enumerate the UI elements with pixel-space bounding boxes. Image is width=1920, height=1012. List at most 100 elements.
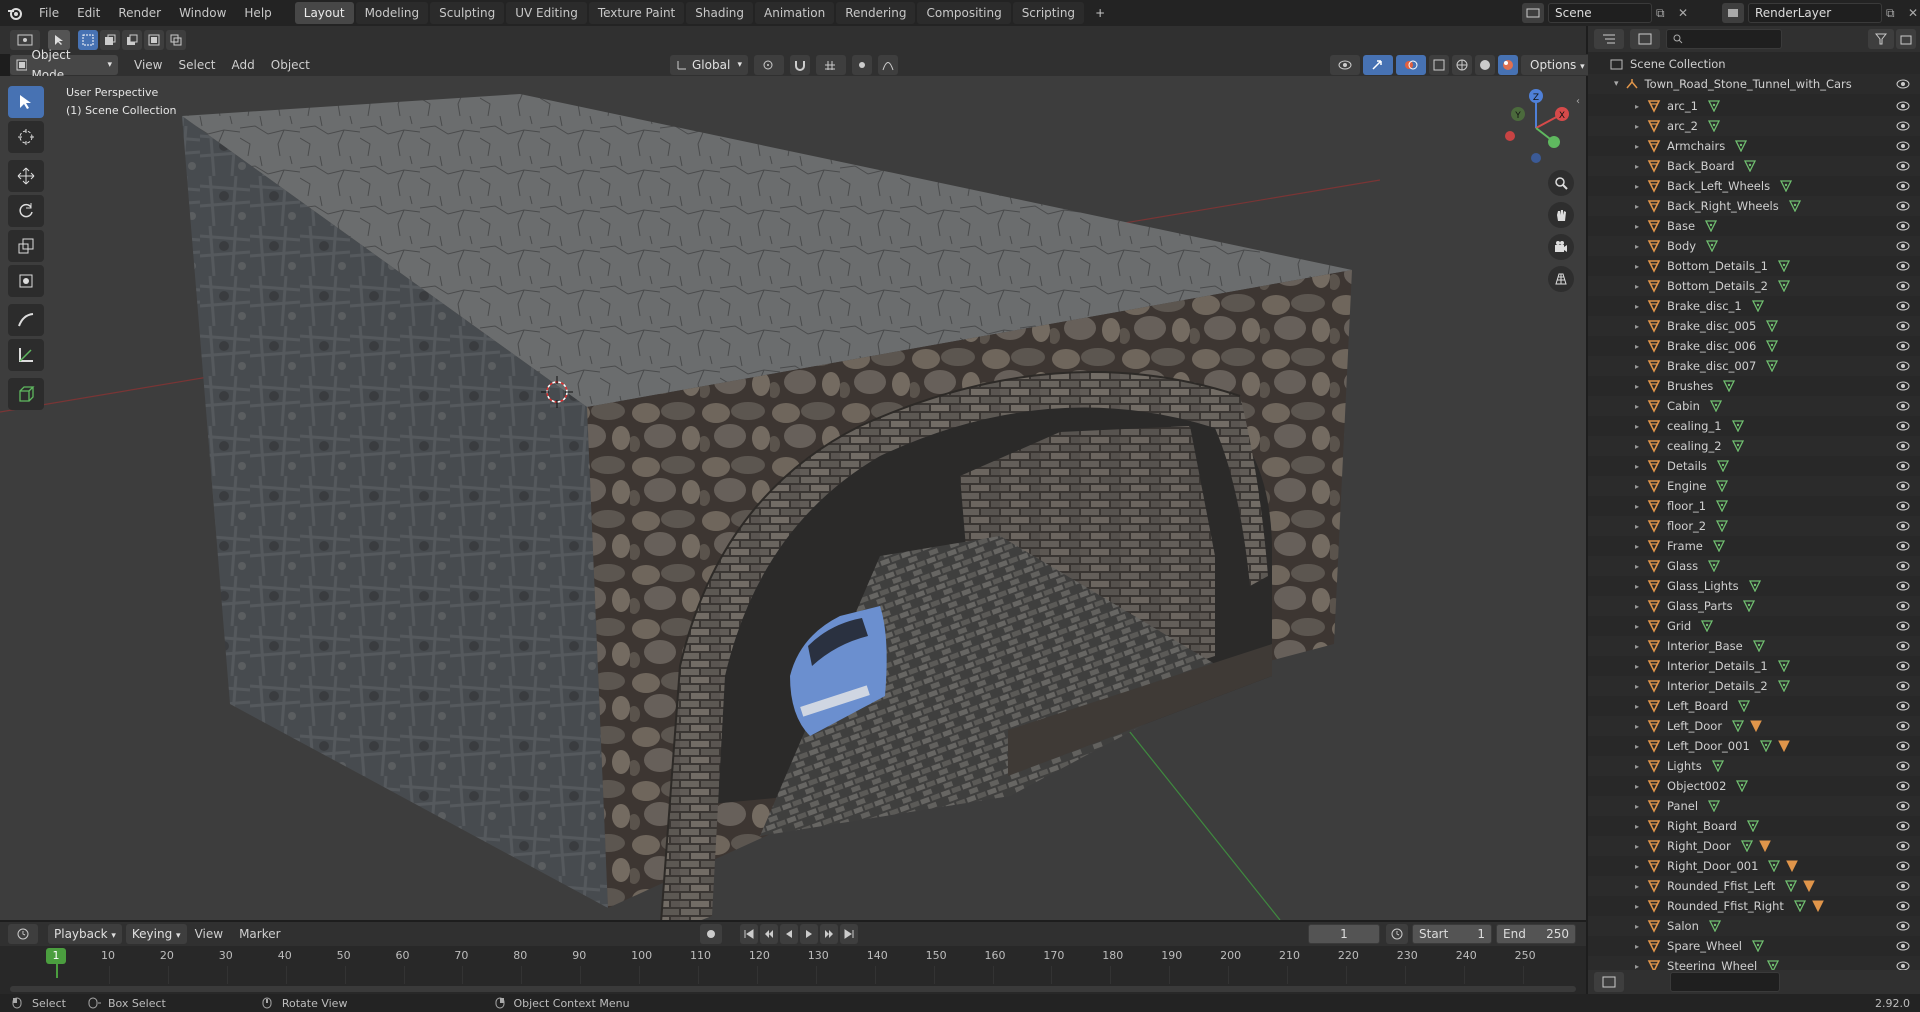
eye-visibility-icon[interactable]	[1896, 801, 1910, 811]
modifier-icon[interactable]	[1777, 740, 1790, 752]
eye-visibility-icon[interactable]	[1896, 901, 1910, 911]
expand-arrow-icon[interactable]: ▸	[1635, 762, 1639, 771]
expand-arrow-icon[interactable]: ▸	[1635, 262, 1639, 271]
snap-magnet-icon[interactable]	[790, 55, 810, 75]
mesh-data-icon[interactable]	[1788, 200, 1801, 212]
eye-visibility-icon[interactable]	[1896, 381, 1910, 391]
wireframe-shading-icon[interactable]	[1452, 55, 1472, 75]
visibility-toggle-icon[interactable]	[1330, 55, 1360, 75]
outliner-object-row[interactable]: ▸ Details	[1588, 456, 1920, 476]
play-reverse-icon[interactable]	[780, 924, 798, 944]
cursor-tool-icon[interactable]	[8, 121, 44, 153]
outliner-object-row[interactable]: ▸ Rounded_Ffist_Right	[1588, 896, 1920, 916]
outliner-object-row[interactable]: ▸ Bottom_Details_2	[1588, 276, 1920, 296]
expand-arrow-icon[interactable]: ▸	[1635, 702, 1639, 711]
modifier-icon[interactable]	[1812, 900, 1824, 912]
annotate-tool-icon[interactable]	[8, 304, 44, 336]
mesh-data-icon[interactable]	[1793, 900, 1806, 912]
mesh-data-icon[interactable]	[1780, 180, 1793, 192]
expand-arrow-icon[interactable]: ▸	[1635, 382, 1639, 391]
mesh-data-icon[interactable]	[1701, 620, 1714, 632]
outliner-object-row[interactable]: ▸ Cabin	[1588, 396, 1920, 416]
start-frame-field[interactable]: Start 1	[1412, 924, 1492, 944]
snap-increment-icon[interactable]	[816, 55, 846, 75]
select-intersect-icon[interactable]	[166, 30, 186, 50]
mesh-data-icon[interactable]	[1740, 840, 1753, 852]
expand-arrow-icon[interactable]: ▸	[1635, 442, 1639, 451]
eye-visibility-icon[interactable]	[1896, 721, 1910, 731]
mesh-data-icon[interactable]	[1768, 860, 1781, 872]
new-layer-icon[interactable]: ⧉	[1886, 6, 1904, 21]
eye-visibility-icon[interactable]	[1896, 441, 1910, 451]
eye-visibility-icon[interactable]	[1896, 581, 1910, 591]
outliner-object-row[interactable]: ▸ Rounded_Ffist_Left	[1588, 876, 1920, 896]
blender-logo-icon[interactable]	[0, 5, 30, 21]
expand-arrow-icon[interactable]: ▸	[1635, 402, 1639, 411]
expand-arrow-icon[interactable]: ▸	[1635, 822, 1639, 831]
outliner-object-row[interactable]: ▸ Glass_Lights	[1588, 576, 1920, 596]
expand-arrow-icon[interactable]: ▸	[1635, 862, 1639, 871]
keying-dropdown[interactable]: Keying ▾	[125, 924, 187, 944]
tab-shading[interactable]: Shading	[686, 2, 753, 24]
outliner-object-row[interactable]: ▸ cealing_2	[1588, 436, 1920, 456]
mesh-data-icon[interactable]	[1716, 480, 1729, 492]
outliner-object-row[interactable]: ▸ Glass	[1588, 556, 1920, 576]
object-mode-dropdown[interactable]: Object Mode ▾	[10, 48, 118, 82]
properties-search-input[interactable]	[1670, 972, 1780, 992]
eye-visibility-icon[interactable]	[1896, 681, 1910, 691]
mesh-data-icon[interactable]	[1746, 820, 1759, 832]
record-icon[interactable]	[700, 924, 722, 944]
expand-arrow-icon[interactable]: ▸	[1635, 102, 1639, 111]
tab-scripting[interactable]: Scripting	[1012, 2, 1085, 24]
eye-visibility-icon[interactable]	[1896, 101, 1910, 111]
eye-visibility-icon[interactable]	[1896, 79, 1910, 89]
tab-sculpting[interactable]: Sculpting	[430, 2, 505, 24]
mesh-data-icon[interactable]	[1708, 800, 1721, 812]
outliner-scene-collection[interactable]: Scene Collection	[1588, 54, 1920, 74]
outliner-object-row[interactable]: ▸ Right_Door	[1588, 836, 1920, 856]
outliner-object-row[interactable]: ▸ Back_Right_Wheels	[1588, 196, 1920, 216]
current-frame-field[interactable]: 1	[1308, 924, 1380, 944]
eye-visibility-icon[interactable]	[1896, 541, 1910, 551]
mesh-data-icon[interactable]	[1716, 520, 1729, 532]
expand-arrow-icon[interactable]: ▸	[1635, 562, 1639, 571]
timeline-track[interactable]: 10 20 30 40 50 60 70 80 90 100 110 120 130 140 150 160 1…	[0, 946, 1586, 994]
expand-arrow-icon[interactable]: ▸	[1635, 782, 1639, 791]
eye-visibility-icon[interactable]	[1896, 261, 1910, 271]
outliner-object-row[interactable]: ▸ arc_2	[1588, 116, 1920, 136]
expand-arrow-icon[interactable]: ▸	[1635, 622, 1639, 631]
expand-arrow-icon[interactable]: ▸	[1635, 642, 1639, 651]
eye-visibility-icon[interactable]	[1896, 201, 1910, 211]
mesh-data-icon[interactable]	[1777, 280, 1790, 292]
expand-arrow-icon[interactable]: ▸	[1635, 602, 1639, 611]
mesh-data-icon[interactable]	[1738, 700, 1751, 712]
filter-icon[interactable]	[1868, 29, 1894, 49]
3d-viewport[interactable]: User Perspective (1) Scene Collection Z …	[0, 76, 1586, 920]
eye-visibility-icon[interactable]	[1896, 601, 1910, 611]
mesh-data-icon[interactable]	[1707, 100, 1720, 112]
move-tool-icon[interactable]	[8, 160, 44, 192]
tab-compositing[interactable]: Compositing	[917, 2, 1011, 24]
expand-arrow-icon[interactable]: ▸	[1635, 802, 1639, 811]
mesh-data-icon[interactable]	[1767, 960, 1780, 970]
eye-visibility-icon[interactable]	[1896, 121, 1910, 131]
expand-arrow-icon[interactable]: ▸	[1635, 522, 1639, 531]
mesh-data-icon[interactable]	[1712, 540, 1725, 552]
mesh-data-icon[interactable]	[1732, 720, 1745, 732]
falloff-curve-icon[interactable]	[878, 55, 898, 75]
play-icon[interactable]	[800, 924, 818, 944]
rotate-tool-icon[interactable]	[8, 195, 44, 227]
end-frame-field[interactable]: End 250	[1496, 924, 1576, 944]
display-mode-icon[interactable]	[1630, 29, 1660, 49]
expand-arrow-icon[interactable]: ▸	[1635, 882, 1639, 891]
mesh-data-icon[interactable]	[1708, 560, 1721, 572]
expand-arrow-icon[interactable]: ▸	[1635, 342, 1639, 351]
outliner-object-row[interactable]: ▸ floor_1	[1588, 496, 1920, 516]
eye-visibility-icon[interactable]	[1896, 461, 1910, 471]
proportional-edit-icon[interactable]	[852, 55, 872, 75]
preview-range-icon[interactable]	[1386, 924, 1408, 944]
eye-visibility-icon[interactable]	[1896, 641, 1910, 651]
eye-visibility-icon[interactable]	[1896, 761, 1910, 771]
outliner-object-row[interactable]: ▸ Spare_Wheel	[1588, 936, 1920, 956]
eye-visibility-icon[interactable]	[1896, 861, 1910, 871]
